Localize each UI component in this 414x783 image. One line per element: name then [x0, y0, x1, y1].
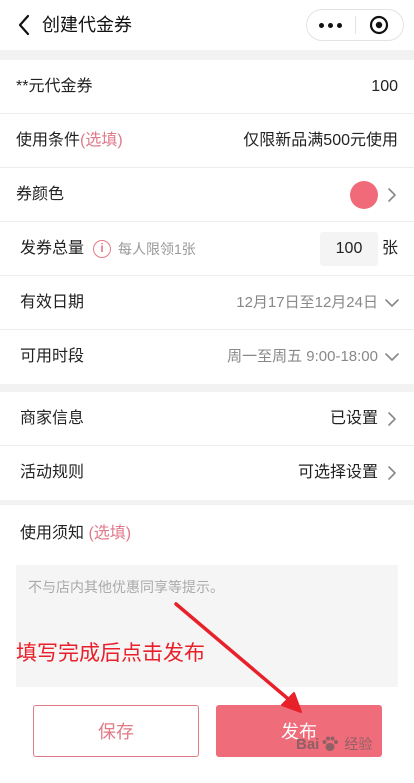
merchant-row[interactable]: 商家信息 已设置 — [0, 392, 414, 446]
usage-notice-label-text: 使用须知 — [20, 525, 85, 542]
chevron-down-icon — [385, 353, 399, 361]
close-mini-program-button[interactable] — [355, 10, 403, 40]
watermark-brand-a: Bai — [296, 735, 320, 753]
back-button[interactable] — [12, 13, 36, 37]
color-row[interactable]: 券颜色 — [0, 168, 414, 222]
rules-value: 可选择设置 — [297, 464, 378, 481]
validity-row[interactable]: 有效日期 12月17日至12月24日 — [0, 276, 414, 330]
save-button[interactable]: 保存 — [33, 705, 199, 757]
voucher-form-card: **元代金券 100 使用条件(选填) 仅限新品满500元使用 券颜色 发券总量… — [0, 60, 414, 384]
total-row: 发券总量 i 每人限领1张 张 — [0, 222, 414, 276]
chevron-down-icon — [385, 299, 399, 307]
period-label: 可用时段 — [20, 348, 85, 365]
chevron-left-icon — [18, 14, 30, 36]
more-button[interactable] — [307, 10, 355, 40]
more-dot-icon — [328, 22, 334, 28]
per-user-limit-hint: 每人限领1张 — [118, 241, 196, 257]
usage-notice-label: 使用须知 (选填) — [20, 519, 131, 543]
paw-icon — [322, 736, 339, 751]
target-icon — [370, 15, 389, 35]
color-swatch[interactable] — [350, 181, 378, 209]
condition-value: 仅限新品满500元使用 — [243, 132, 398, 149]
condition-label: 使用条件(选填) — [16, 114, 123, 168]
period-value: 周一至周五 9:00-18:00 — [227, 348, 378, 365]
total-label: 发券总量 — [20, 240, 85, 257]
baidu-watermark: Bai 经验 — [296, 724, 408, 764]
chevron-right-icon — [388, 466, 396, 480]
usage-notice-textarea[interactable] — [16, 565, 398, 687]
voucher-amount-row[interactable]: **元代金券 100 — [0, 60, 414, 114]
settings-card: 商家信息 已设置 活动规则 可选择设置 — [0, 392, 414, 500]
total-quantity-input[interactable] — [320, 232, 378, 266]
rules-label: 活动规则 — [20, 464, 85, 481]
merchant-label: 商家信息 — [20, 410, 85, 427]
voucher-amount-value: 100 — [371, 78, 398, 95]
instruction-annotation: 填写完成后点击发布 — [16, 642, 205, 665]
period-row[interactable]: 可用时段 周一至周五 9:00-18:00 — [0, 330, 414, 384]
total-unit: 张 — [381, 240, 398, 257]
more-dot-icon — [319, 22, 325, 28]
condition-optional-tag: (选填) — [80, 132, 123, 149]
page-title: 创建代金券 — [42, 15, 132, 35]
watermark-brand-b: 经验 — [344, 736, 373, 752]
rules-row[interactable]: 活动规则 可选择设置 — [0, 446, 414, 500]
merchant-value: 已设置 — [329, 410, 378, 427]
voucher-amount-label: **元代金券 — [16, 78, 93, 95]
color-label: 券颜色 — [16, 186, 65, 203]
condition-label-text: 使用条件 — [16, 132, 81, 149]
more-dot-icon — [337, 22, 343, 28]
info-icon[interactable]: i — [93, 240, 111, 258]
chevron-right-icon — [388, 412, 396, 426]
validity-value: 12月17日至12月24日 — [236, 294, 378, 311]
validity-label: 有效日期 — [20, 294, 85, 311]
nav-bar: 创建代金券 — [0, 0, 414, 50]
usage-notice-optional-tag: (选填) — [88, 525, 132, 542]
condition-row[interactable]: 使用条件(选填) 仅限新品满500元使用 — [0, 114, 414, 168]
mini-program-capsule — [306, 9, 404, 41]
chevron-right-icon — [388, 188, 396, 202]
